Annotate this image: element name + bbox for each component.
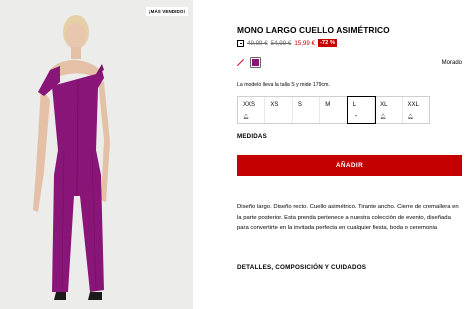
size-option-xs[interactable]: XS [265, 97, 293, 123]
model-size-note: La modelo lleva la talla S y mide 179cm. [237, 82, 330, 88]
size-option-xl[interactable]: XL 🔔︎ [375, 97, 403, 123]
bell-icon: 🔔︎ [380, 114, 387, 120]
add-to-cart-button[interactable]: AÑADIR [237, 155, 462, 176]
size-option-xxl[interactable]: XXL 🔔︎ [403, 97, 429, 123]
size-option-l[interactable]: L - [347, 96, 376, 124]
color-selector [237, 59, 259, 66]
size-option-xxs[interactable]: XXS 🔔︎ [238, 97, 266, 123]
size-label: XS [270, 102, 279, 108]
bestseller-badge: ¡MÁS VENDIDO! [146, 7, 189, 16]
bell-icon: 🔔︎ [407, 114, 414, 120]
discount-badge: -72 % [317, 39, 338, 47]
price-row: 49,99 € 54,99 € 15,99 € -72 % [237, 38, 338, 48]
product-description: Diseño largo. Diseño recto. Cuello asimé… [237, 204, 459, 231]
model-image [0, 0, 193, 309]
selected-color-name: Morado [441, 60, 462, 66]
product-title: MONO LARGO CUELLO ASIMÉTRICO [237, 25, 390, 35]
old-price-2: 54,99 € [270, 39, 292, 47]
size-option-m[interactable]: M [320, 97, 348, 123]
details-accordion[interactable]: DETALLES, COMPOSICIÓN Y CUIDADOS [237, 264, 366, 271]
size-selector: XXS 🔔︎ XS S M L - XL 🔔︎ XXL 🔔︎ [237, 96, 430, 124]
size-label: S [297, 102, 302, 108]
new-price: 15,99 € [294, 39, 315, 47]
info-square-icon[interactable] [237, 39, 244, 47]
size-label: XXS [243, 102, 256, 108]
size-label: XXL [407, 102, 419, 108]
low-stock-dash-icon: - [354, 113, 358, 120]
old-price-1: 49,99 € [247, 39, 268, 47]
size-label: L [352, 102, 357, 108]
size-option-s[interactable]: S [293, 97, 321, 123]
color-swatch-morado[interactable] [252, 59, 259, 66]
measurements-link[interactable]: MEDIDAS [237, 133, 267, 140]
size-label: XL [380, 102, 388, 108]
color-swatch-unavailable[interactable] [237, 59, 244, 66]
bell-icon: 🔔︎ [243, 114, 250, 120]
size-label: M [325, 102, 331, 108]
product-info: MONO LARGO CUELLO ASIMÉTRICO 49,99 € 54,… [237, 0, 462, 309]
product-photo[interactable]: ¡MÁS VENDIDO! [0, 0, 193, 309]
